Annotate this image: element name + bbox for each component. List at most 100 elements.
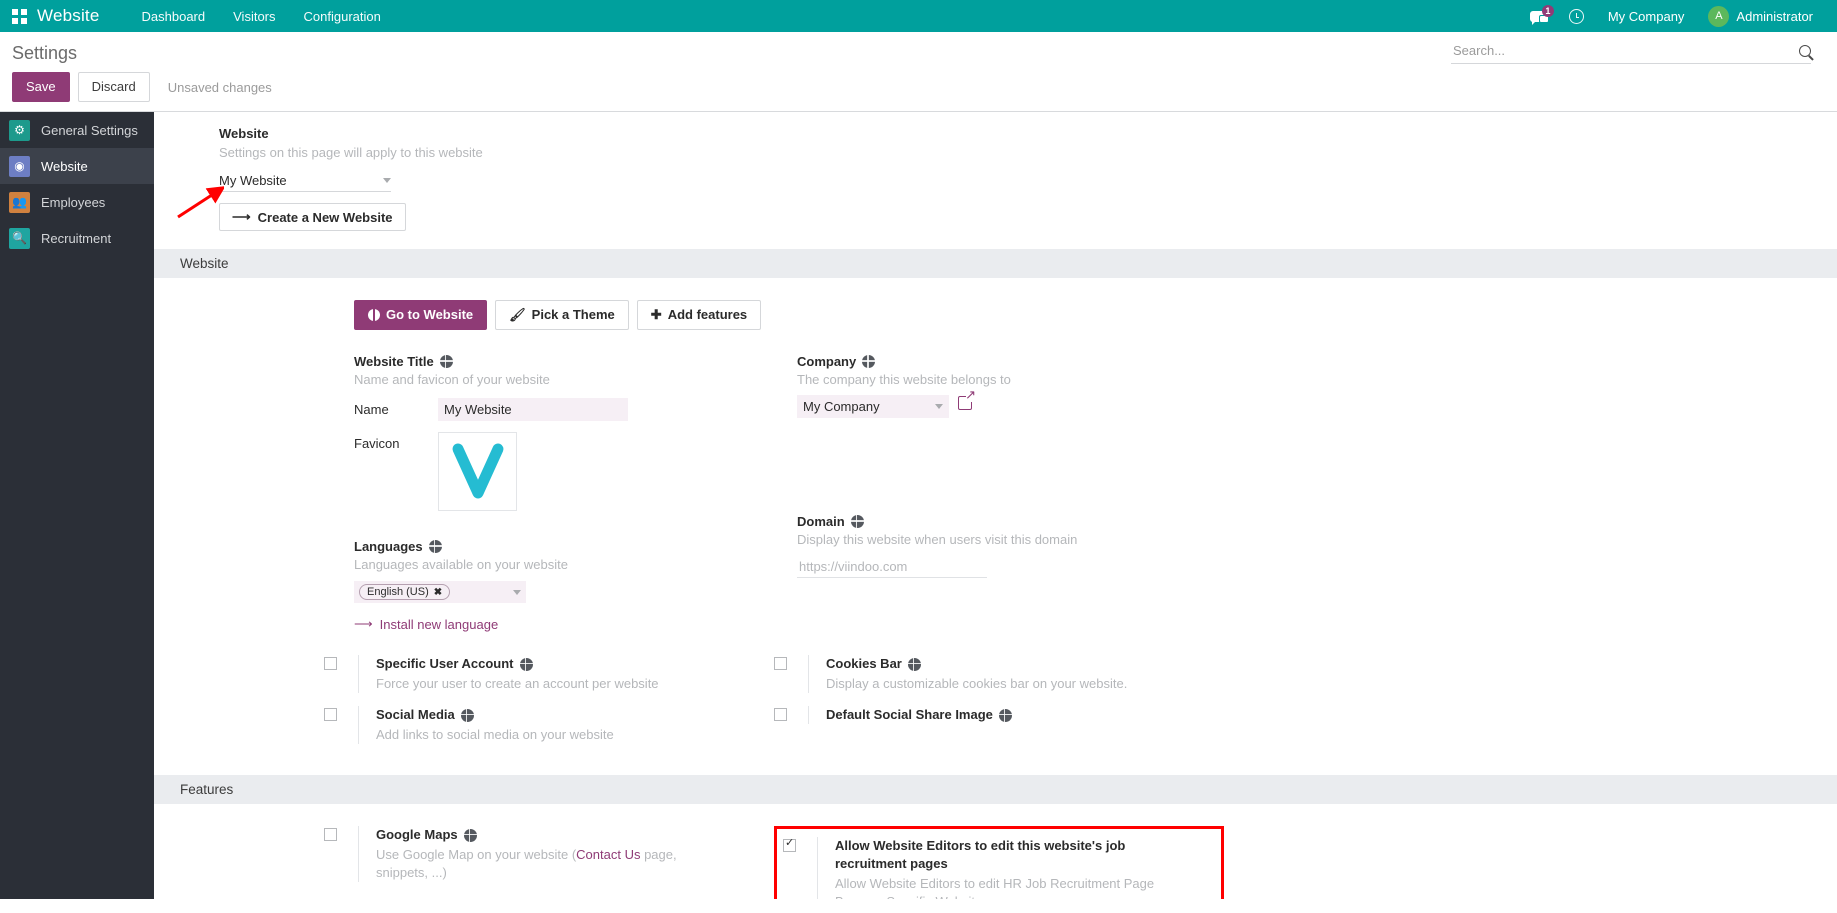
languages-select[interactable]: English (US) ✖ bbox=[354, 581, 526, 603]
company-select[interactable]: My Company bbox=[797, 395, 949, 418]
sidebar-item-recruitment[interactable]: 🔍 Recruitment bbox=[0, 220, 154, 256]
sidebar-item-website[interactable]: ◉ Website bbox=[0, 148, 154, 184]
globe-icon bbox=[998, 708, 1012, 722]
languages-text: Languages bbox=[354, 539, 423, 554]
setting-allow-website-editors-job-recruitment: Allow Website Editors to edit this websi… bbox=[774, 826, 1224, 899]
save-button[interactable]: Save bbox=[12, 72, 70, 102]
add-features-button[interactable]: ✚ Add features bbox=[636, 300, 762, 330]
domain-label: Domain bbox=[797, 514, 1217, 529]
column-left: Website Title Name and favicon of your w… bbox=[354, 354, 774, 633]
add-features-label: Add features bbox=[667, 307, 748, 322]
label-text: Cookies Bar bbox=[826, 656, 902, 671]
default-social-share-image-checkbox[interactable] bbox=[774, 708, 787, 721]
chevron-down-icon bbox=[935, 404, 943, 409]
company-select-value: My Company bbox=[803, 399, 880, 414]
default-social-share-image-label: Default Social Share Image bbox=[826, 706, 1012, 724]
google-maps-help: Use Google Map on your website (Contact … bbox=[376, 846, 706, 882]
install-new-language-link[interactable]: ⟶ Install new language bbox=[354, 616, 498, 632]
menu-configuration[interactable]: Configuration bbox=[290, 3, 395, 30]
website-title-help: Name and favicon of your website bbox=[354, 372, 550, 387]
unsaved-changes-label: Unsaved changes bbox=[167, 79, 272, 95]
column-right: Company The company this website belongs… bbox=[797, 354, 1217, 633]
create-new-website-label: Create a New Website bbox=[257, 209, 393, 225]
messages-button[interactable]: 1 bbox=[1518, 0, 1557, 32]
setting-cookies-bar: Cookies Bar Display a customizable cooki… bbox=[774, 655, 1224, 706]
website-block-title: Website bbox=[219, 126, 269, 141]
domain-help: Display this website when users visit th… bbox=[797, 532, 1078, 547]
allow-website-editors-help: Allow Website Editors to edit HR Job Rec… bbox=[835, 876, 1155, 899]
globe-icon bbox=[463, 828, 477, 842]
allow-website-editors-checkbox[interactable] bbox=[783, 837, 796, 852]
page-title: Settings bbox=[12, 43, 78, 63]
section-header-website: Website bbox=[154, 249, 1837, 278]
search-input[interactable] bbox=[1451, 42, 1791, 59]
sidebar-item-label: Website bbox=[41, 158, 88, 174]
pick-a-theme-button[interactable]: 🖌 Pick a Theme bbox=[495, 300, 629, 330]
cookies-bar-checkbox[interactable] bbox=[774, 657, 787, 670]
globe-icon bbox=[519, 657, 533, 671]
chevron-down-icon bbox=[513, 589, 521, 595]
discard-button[interactable]: Discard bbox=[77, 72, 150, 102]
user-menu[interactable]: A Administrator bbox=[1696, 0, 1825, 32]
settings-sidebar: ⚙ General Settings ◉ Website 👥 Employees… bbox=[0, 112, 154, 899]
globe-cursor-icon: ◉ bbox=[9, 155, 30, 177]
go-to-website-button[interactable]: Go to Website bbox=[354, 300, 488, 330]
sidebar-item-label: General Settings bbox=[41, 122, 138, 138]
website-title-text: Website Title bbox=[354, 354, 434, 369]
globe-icon bbox=[850, 515, 864, 528]
favicon-v-letter-icon bbox=[452, 443, 503, 498]
sidebar-item-general-settings[interactable]: ⚙ General Settings bbox=[0, 112, 154, 148]
label-text: Allow Website Editors to edit this websi… bbox=[835, 838, 1126, 871]
website-name-input[interactable] bbox=[438, 398, 628, 421]
control-panel: Settings Save Discard Unsaved changes bbox=[0, 32, 1837, 112]
label-text: Specific User Account bbox=[376, 656, 514, 671]
label-text: Social Media bbox=[376, 707, 455, 722]
features-grid: Google Maps Use Google Map on your websi… bbox=[154, 804, 1837, 899]
label-text: Google Maps bbox=[376, 827, 458, 842]
chat-bubble-icon: 1 bbox=[1529, 4, 1554, 25]
section-header-features: Features bbox=[154, 775, 1837, 804]
app-brand-website[interactable]: Website bbox=[37, 6, 100, 26]
arrow-right-icon: ⟶ bbox=[232, 209, 251, 224]
company-text: Company bbox=[797, 354, 857, 369]
menu-visitors[interactable]: Visitors bbox=[219, 3, 289, 30]
favicon-image[interactable] bbox=[438, 432, 517, 511]
social-media-checkbox[interactable] bbox=[324, 708, 337, 721]
arrow-right-icon: ⟶ bbox=[354, 616, 373, 631]
domain-input[interactable] bbox=[797, 556, 987, 578]
google-maps-label: Google Maps bbox=[376, 826, 706, 844]
website-block-subtitle: Settings on this page will apply to this… bbox=[219, 145, 483, 160]
menu-dashboard[interactable]: Dashboard bbox=[128, 3, 220, 30]
globe-icon bbox=[862, 355, 876, 368]
remove-tag-icon[interactable]: ✖ bbox=[434, 587, 442, 598]
specific-user-account-help: Force your user to create an account per… bbox=[376, 676, 659, 691]
activities-button[interactable] bbox=[1557, 0, 1596, 32]
google-maps-checkbox[interactable] bbox=[324, 828, 337, 841]
language-tag[interactable]: English (US) ✖ bbox=[359, 584, 451, 600]
cookies-bar-label: Cookies Bar bbox=[826, 655, 1127, 673]
pick-a-theme-label: Pick a Theme bbox=[531, 307, 615, 322]
sidebar-item-employees[interactable]: 👥 Employees bbox=[0, 184, 154, 220]
features-column-left: Google Maps Use Google Map on your websi… bbox=[324, 826, 774, 899]
language-tag-label: English (US) bbox=[367, 586, 429, 598]
globe-icon bbox=[907, 657, 921, 671]
domain-text: Domain bbox=[797, 514, 845, 529]
label-text: Default Social Share Image bbox=[826, 707, 993, 722]
contact-us-link[interactable]: Contact Us bbox=[576, 847, 640, 862]
apps-grid-icon[interactable] bbox=[12, 8, 27, 24]
features-column-right: Allow Website Editors to edit this websi… bbox=[774, 826, 1224, 899]
open-company-external-icon[interactable] bbox=[958, 388, 976, 410]
social-media-help: Add links to social media on your websit… bbox=[376, 727, 614, 742]
cookies-bar-help: Display a customizable cookies bar on yo… bbox=[826, 676, 1128, 691]
website-name-row: Name bbox=[354, 398, 774, 421]
specific-user-account-label: Specific User Account bbox=[376, 655, 659, 673]
company-switcher[interactable]: My Company bbox=[1596, 0, 1697, 32]
website-checkbox-grid: Specific User Account Force your user to… bbox=[154, 633, 1837, 757]
clock-icon bbox=[1568, 8, 1584, 24]
settings-main: Website Settings on this page will apply… bbox=[154, 112, 1837, 899]
specific-user-account-checkbox[interactable] bbox=[324, 657, 337, 670]
search-icon[interactable] bbox=[1799, 44, 1811, 57]
create-new-website-button[interactable]: ⟶ Create a New Website bbox=[219, 203, 406, 231]
website-select[interactable]: My Website bbox=[219, 173, 391, 192]
search-bar[interactable] bbox=[1451, 42, 1811, 64]
